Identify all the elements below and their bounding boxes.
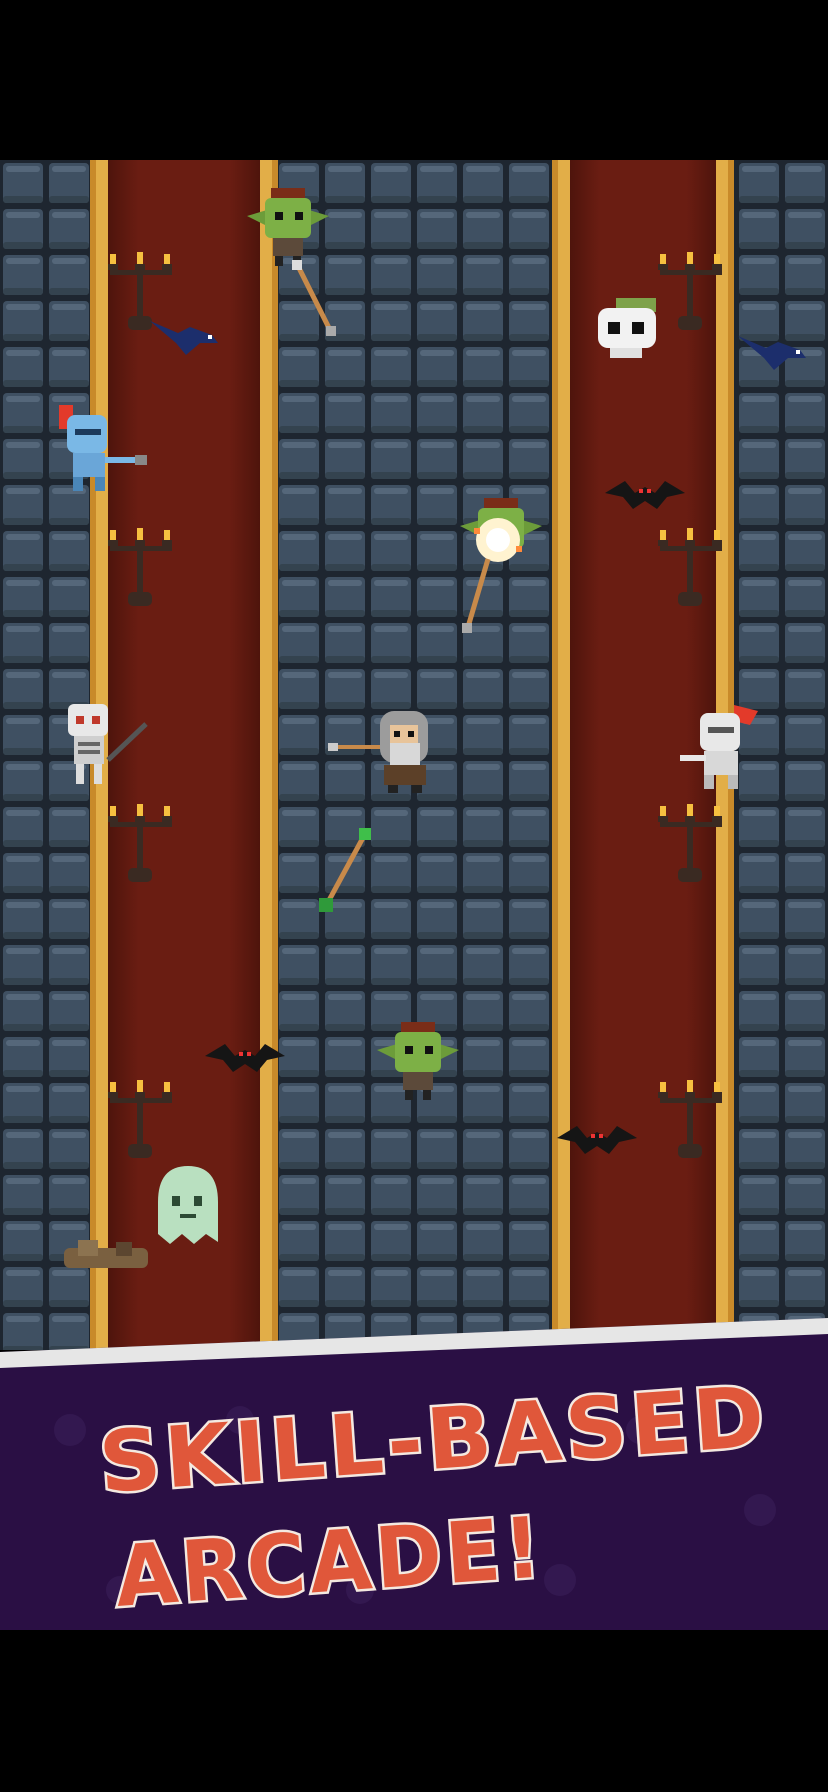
bat-icon [557, 1126, 637, 1154]
bat-icon [205, 1044, 285, 1072]
ghost-icon [158, 1166, 218, 1244]
candelabra-icon [108, 528, 172, 606]
crow-icon [738, 336, 806, 370]
skull-icon [598, 298, 656, 358]
candelabra-icon [108, 804, 172, 882]
skeleton-icon [68, 704, 148, 784]
corpse-icon [64, 1240, 148, 1268]
white-knight-icon [680, 705, 758, 789]
bat-icon [605, 481, 685, 509]
spear-icon [292, 260, 336, 336]
blue-knight-icon [59, 405, 147, 491]
goblin-icon [377, 1022, 459, 1100]
candelabra-icon [658, 804, 722, 882]
candelabra-icon [658, 1080, 722, 1158]
wizard-icon[interactable] [328, 705, 448, 795]
caption-banner [0, 1318, 828, 1630]
crow-icon [150, 321, 218, 355]
game-playfield[interactable] [0, 160, 828, 1350]
candelabra-icon [658, 528, 722, 606]
spear-icon [462, 558, 491, 633]
spear-icon [319, 828, 371, 912]
goblin-icon [247, 188, 329, 266]
